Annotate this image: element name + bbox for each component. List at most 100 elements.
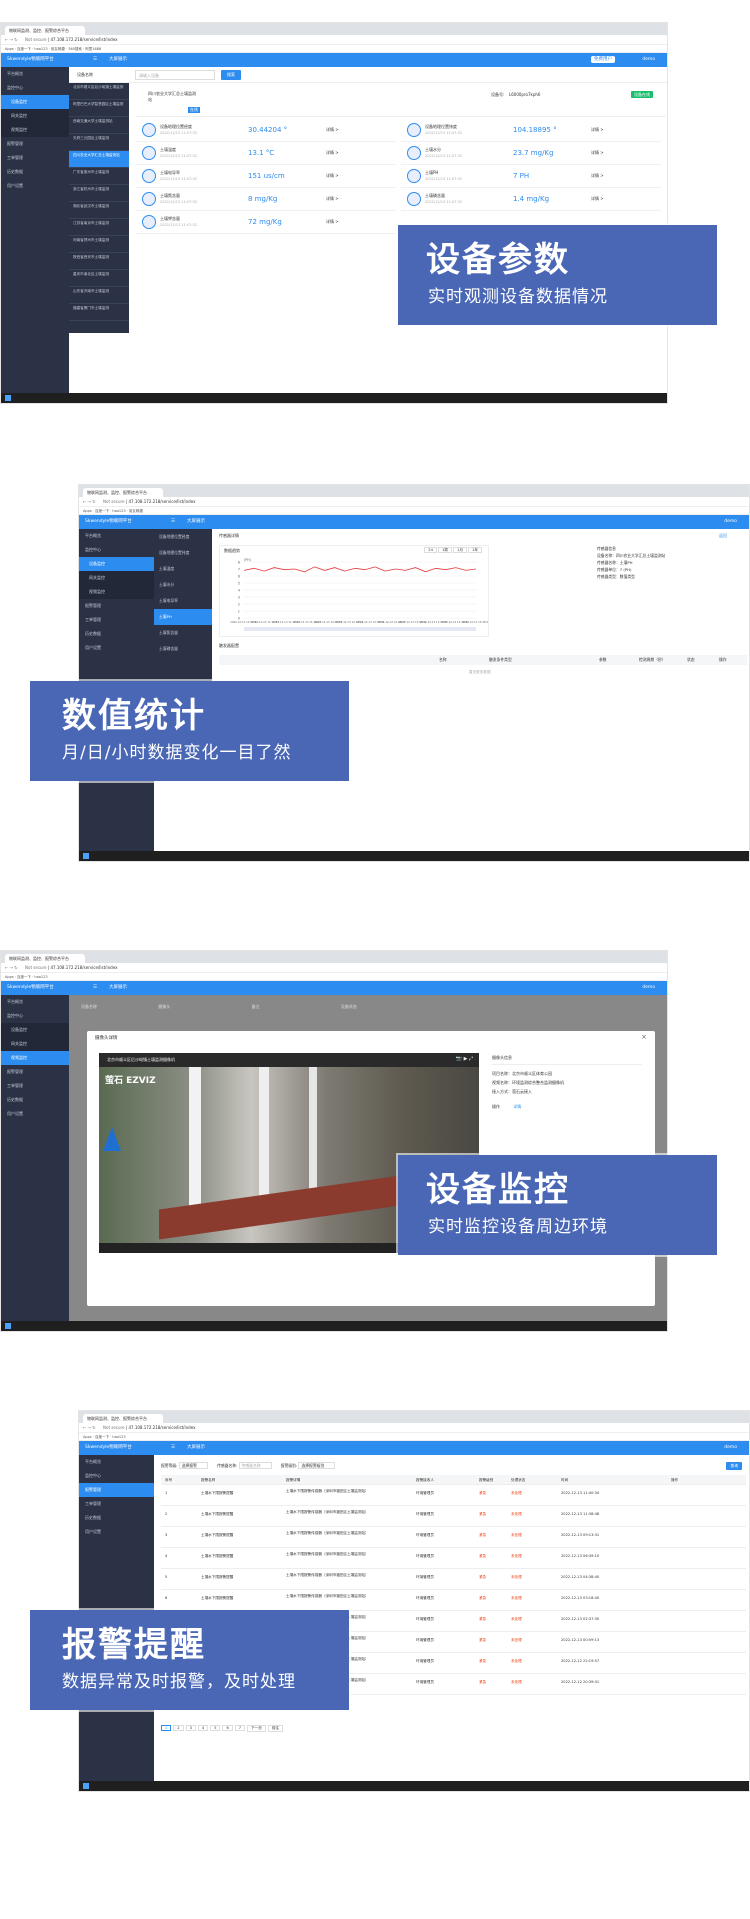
windows-start-icon[interactable] xyxy=(5,395,11,401)
device-list-item[interactable]: 天府三元园区土壤监测 xyxy=(69,134,129,151)
range-month[interactable]: 1月 xyxy=(453,547,467,553)
sidebar-item-history[interactable]: 历史数据 xyxy=(1,1093,69,1107)
app-logo[interactable]: Skwendyle物联网平台 xyxy=(85,1441,132,1455)
device-list-item[interactable]: 四川农业大学汇总土壤监测站 xyxy=(69,151,129,168)
sidebar-item-overview[interactable]: 平台概览 xyxy=(1,67,69,81)
sidebar-item-workorder[interactable]: 工单管理 xyxy=(79,1497,154,1511)
sensor-tab[interactable]: 土壤磷含量 xyxy=(154,641,212,657)
search-input[interactable]: 请输入设备 xyxy=(135,70,215,80)
app-logo[interactable]: Skwendyle物联网平台 xyxy=(7,53,54,67)
app-logo[interactable]: Skwendyle物联网平台 xyxy=(85,515,132,529)
menu-toggle-icon[interactable]: ☰ xyxy=(171,515,175,529)
sidebar-item-history[interactable]: 历史数据 xyxy=(79,1511,154,1525)
browser-tab[interactable]: 物联网监测、监控、报警综合平台 xyxy=(5,26,85,35)
bookmark[interactable]: 百度一下 xyxy=(95,1435,109,1439)
search-button[interactable]: 搜索 xyxy=(221,70,241,80)
metric-detail-link[interactable]: 详情 > xyxy=(591,127,604,133)
sidebar-item-device[interactable]: 设备监控 xyxy=(79,557,154,571)
range-week[interactable]: 1周 xyxy=(438,547,452,553)
address-bar[interactable]: ← → ↻ Not secure | 47.108.172.218/servic… xyxy=(79,1423,749,1433)
sensor-tab[interactable]: 土壤水分 xyxy=(154,577,212,593)
sidebar-item-monitor[interactable]: 监控中心 xyxy=(79,543,154,557)
user-menu[interactable]: demo xyxy=(724,1441,737,1455)
menu-toggle-icon[interactable]: ☰ xyxy=(93,981,97,995)
sidebar-item-user[interactable]: 用户设置 xyxy=(79,1525,154,1539)
sidebar-item-monitor[interactable]: 监控中心 xyxy=(1,1009,69,1023)
page-button[interactable]: 1 xyxy=(161,1725,172,1731)
windows-start-icon[interactable] xyxy=(83,1783,89,1789)
windows-start-icon[interactable] xyxy=(5,1323,11,1329)
screen-link[interactable]: 大屏展示 xyxy=(187,515,205,529)
next-page-button[interactable]: 下一页 xyxy=(247,1725,266,1732)
device-list-item[interactable]: 福建省厦门市土壤监测 xyxy=(69,304,129,321)
device-list-item[interactable]: 重庆市渝北区土壤监测 xyxy=(69,270,129,287)
sidebar-item-alarm[interactable]: 报警管理 xyxy=(79,1483,154,1497)
windows-start-icon[interactable] xyxy=(83,853,89,859)
sidebar-item-alarm[interactable]: 报警管理 xyxy=(1,1065,69,1079)
sensor-tab[interactable]: 土壤氮含量 xyxy=(154,625,212,641)
sidebar-item-workorder[interactable]: 工单管理 xyxy=(1,151,69,165)
sidebar-item-device[interactable]: 设备监控 xyxy=(1,95,69,109)
sensor-tab[interactable]: 土壤PH xyxy=(154,609,212,625)
sidebar-item-video[interactable]: 视频监控 xyxy=(79,585,154,599)
bookmark[interactable]: Apps xyxy=(83,509,92,513)
sidebar-item-monitor[interactable]: 监控中心 xyxy=(79,1469,154,1483)
back-link[interactable]: 返回 xyxy=(719,533,727,539)
metric-detail-link[interactable]: 详情 > xyxy=(326,173,339,179)
menu-toggle-icon[interactable]: ☰ xyxy=(171,1441,175,1455)
metric-detail-link[interactable]: 详情 > xyxy=(326,219,339,225)
browser-tab[interactable]: 物联网监测、监控、报警综合平台 xyxy=(5,954,85,963)
sensor-tab[interactable]: 设备地理位置纬度 xyxy=(154,545,212,561)
bookmark[interactable]: 百度一下 xyxy=(17,975,31,979)
browser-tab[interactable]: 物联网监测、监控、报警综合平台 xyxy=(83,488,163,497)
menu-toggle-icon[interactable]: ☰ xyxy=(93,53,97,67)
page-button[interactable]: 3 xyxy=(185,1725,196,1731)
page-button[interactable]: 6 xyxy=(222,1725,233,1731)
sidebar-item-video[interactable]: 视频监控 xyxy=(1,123,69,137)
sidebar-item-overview[interactable]: 平台概览 xyxy=(79,529,154,543)
sidebar-item-overview[interactable]: 平台概览 xyxy=(1,995,69,1009)
sidebar-item-device[interactable]: 设备监控 xyxy=(1,1023,69,1037)
sidebar-item-video[interactable]: 视频监控 xyxy=(1,1051,69,1065)
sensor-tab[interactable]: 设备地理位置经度 xyxy=(154,529,212,545)
sidebar-item-monitor[interactable]: 监控中心 xyxy=(1,81,69,95)
bookmark[interactable]: 用友畅捷 xyxy=(51,47,65,51)
sensor-name-input[interactable]: 传感器名称 xyxy=(238,1462,272,1469)
alarm-grade-select[interactable]: 选择报警级别 xyxy=(298,1462,336,1469)
bookmark[interactable]: 360搜索 xyxy=(68,47,82,51)
sidebar-item-alarm[interactable]: 报警管理 xyxy=(79,599,154,613)
op-link[interactable]: 详情 xyxy=(513,1104,521,1109)
user-menu[interactable]: demo xyxy=(642,53,655,67)
device-list-item[interactable]: 阿里巴巴大学智慧园区土壤监测 xyxy=(69,100,129,117)
bookmark[interactable]: 用友畅捷 xyxy=(129,509,143,513)
device-list-item[interactable]: 江苏省南京市土壤监测 xyxy=(69,219,129,236)
page-button[interactable]: 2 xyxy=(173,1725,184,1731)
sidebar-item-gateway[interactable]: 网关监控 xyxy=(1,109,69,123)
zoom-slider[interactable] xyxy=(244,627,476,631)
device-list-item[interactable]: 山东省济南市土壤监测 xyxy=(69,287,129,304)
page-button[interactable]: 7 xyxy=(234,1725,246,1731)
browser-tab[interactable]: 物联网监测、监控、报警综合平台 xyxy=(83,1414,163,1423)
sidebar-item-gateway[interactable]: 网关监控 xyxy=(1,1037,69,1051)
user-menu[interactable]: demo xyxy=(642,981,655,995)
metric-detail-link[interactable]: 详情 > xyxy=(326,196,339,202)
screen-link[interactable]: 大屏展示 xyxy=(187,1441,205,1455)
device-list-item[interactable]: 河南省郑州市土壤监测 xyxy=(69,236,129,253)
device-list-item[interactable]: 陕西省西安市土壤监测 xyxy=(69,253,129,270)
sidebar-item-overview[interactable]: 平台概览 xyxy=(79,1455,154,1469)
bookmark[interactable]: 阿里1688 xyxy=(85,47,101,51)
device-list-item[interactable]: 广东省惠州市土壤监测 xyxy=(69,168,129,185)
bookmark[interactable]: Apps xyxy=(83,1435,92,1439)
bookmark[interactable]: hao123 xyxy=(112,1435,125,1439)
bookmark[interactable]: hao123 xyxy=(34,47,47,51)
device-list-item[interactable]: 湖北省武汉市土壤监测 xyxy=(69,202,129,219)
sidebar-item-workorder[interactable]: 工单管理 xyxy=(79,613,154,627)
bookmark[interactable]: hao123 xyxy=(112,509,125,513)
sensor-tab[interactable]: 土壤温度 xyxy=(154,561,212,577)
bookmark[interactable]: Apps xyxy=(5,47,14,51)
address-bar[interactable]: ← → ↻ Not secure | 47.108.172.218/servic… xyxy=(1,963,667,973)
sidebar-item-history[interactable]: 历史数据 xyxy=(79,627,154,641)
goto-page[interactable]: 前往 xyxy=(267,1725,284,1732)
query-button[interactable]: 查询 xyxy=(726,1462,742,1470)
online-button[interactable]: 设备在线 xyxy=(631,91,653,98)
